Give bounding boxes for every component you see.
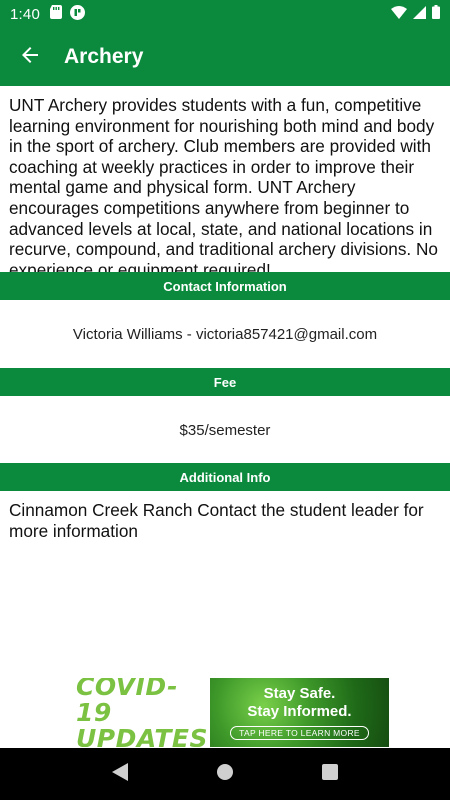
system-nav-bar [0, 748, 450, 800]
covid-ad-banner[interactable]: COVID-19 UPDATES Stay Safe. Stay Informe… [70, 678, 389, 747]
home-circle-icon [216, 763, 234, 786]
ad-headline-line2: UPDATES [76, 723, 208, 747]
ad-headline: COVID-19 UPDATES [70, 678, 210, 747]
status-right-icons [391, 5, 440, 23]
back-button[interactable] [0, 28, 60, 86]
ad-headline-line1: COVID-19 [76, 678, 178, 727]
back-triangle-icon [112, 762, 129, 786]
ad-stay-safe: Stay Safe. [263, 685, 336, 702]
signal-icon [413, 5, 426, 23]
battery-icon [432, 5, 440, 23]
additional-section-header: Additional Info [0, 463, 450, 491]
arrow-left-icon [18, 43, 42, 72]
status-bar: 1:40 [0, 0, 450, 28]
wifi-icon [391, 5, 407, 23]
status-time: 1:40 [10, 5, 40, 23]
app-notification-icon [70, 4, 85, 24]
page-title: Archery [64, 45, 144, 68]
contact-value[interactable]: Victoria Williams - victoria857421@gmail… [0, 300, 450, 368]
ad-message: Stay Safe. Stay Informed. TAP HERE TO LE… [210, 678, 389, 747]
fee-value: $35/semester [179, 421, 271, 439]
recents-square-icon [321, 763, 338, 785]
fee-section-header: Fee [0, 368, 450, 396]
nav-back-button[interactable] [100, 754, 140, 794]
contact-section-header: Contact Information [0, 272, 450, 300]
club-description: UNT Archery provides students with a fun… [9, 95, 438, 272]
ad-stay-informed: Stay Informed. [247, 703, 352, 720]
nav-recents-button[interactable] [310, 754, 350, 794]
ad-cta-button[interactable]: TAP HERE TO LEARN MORE [230, 726, 369, 740]
additional-info-text: Cinnamon Creek Ranch Contact the student… [9, 500, 424, 541]
sd-card-icon [50, 5, 62, 23]
nav-home-button[interactable] [205, 754, 245, 794]
status-left-icons [50, 4, 85, 24]
app-bar: Archery [0, 28, 450, 86]
